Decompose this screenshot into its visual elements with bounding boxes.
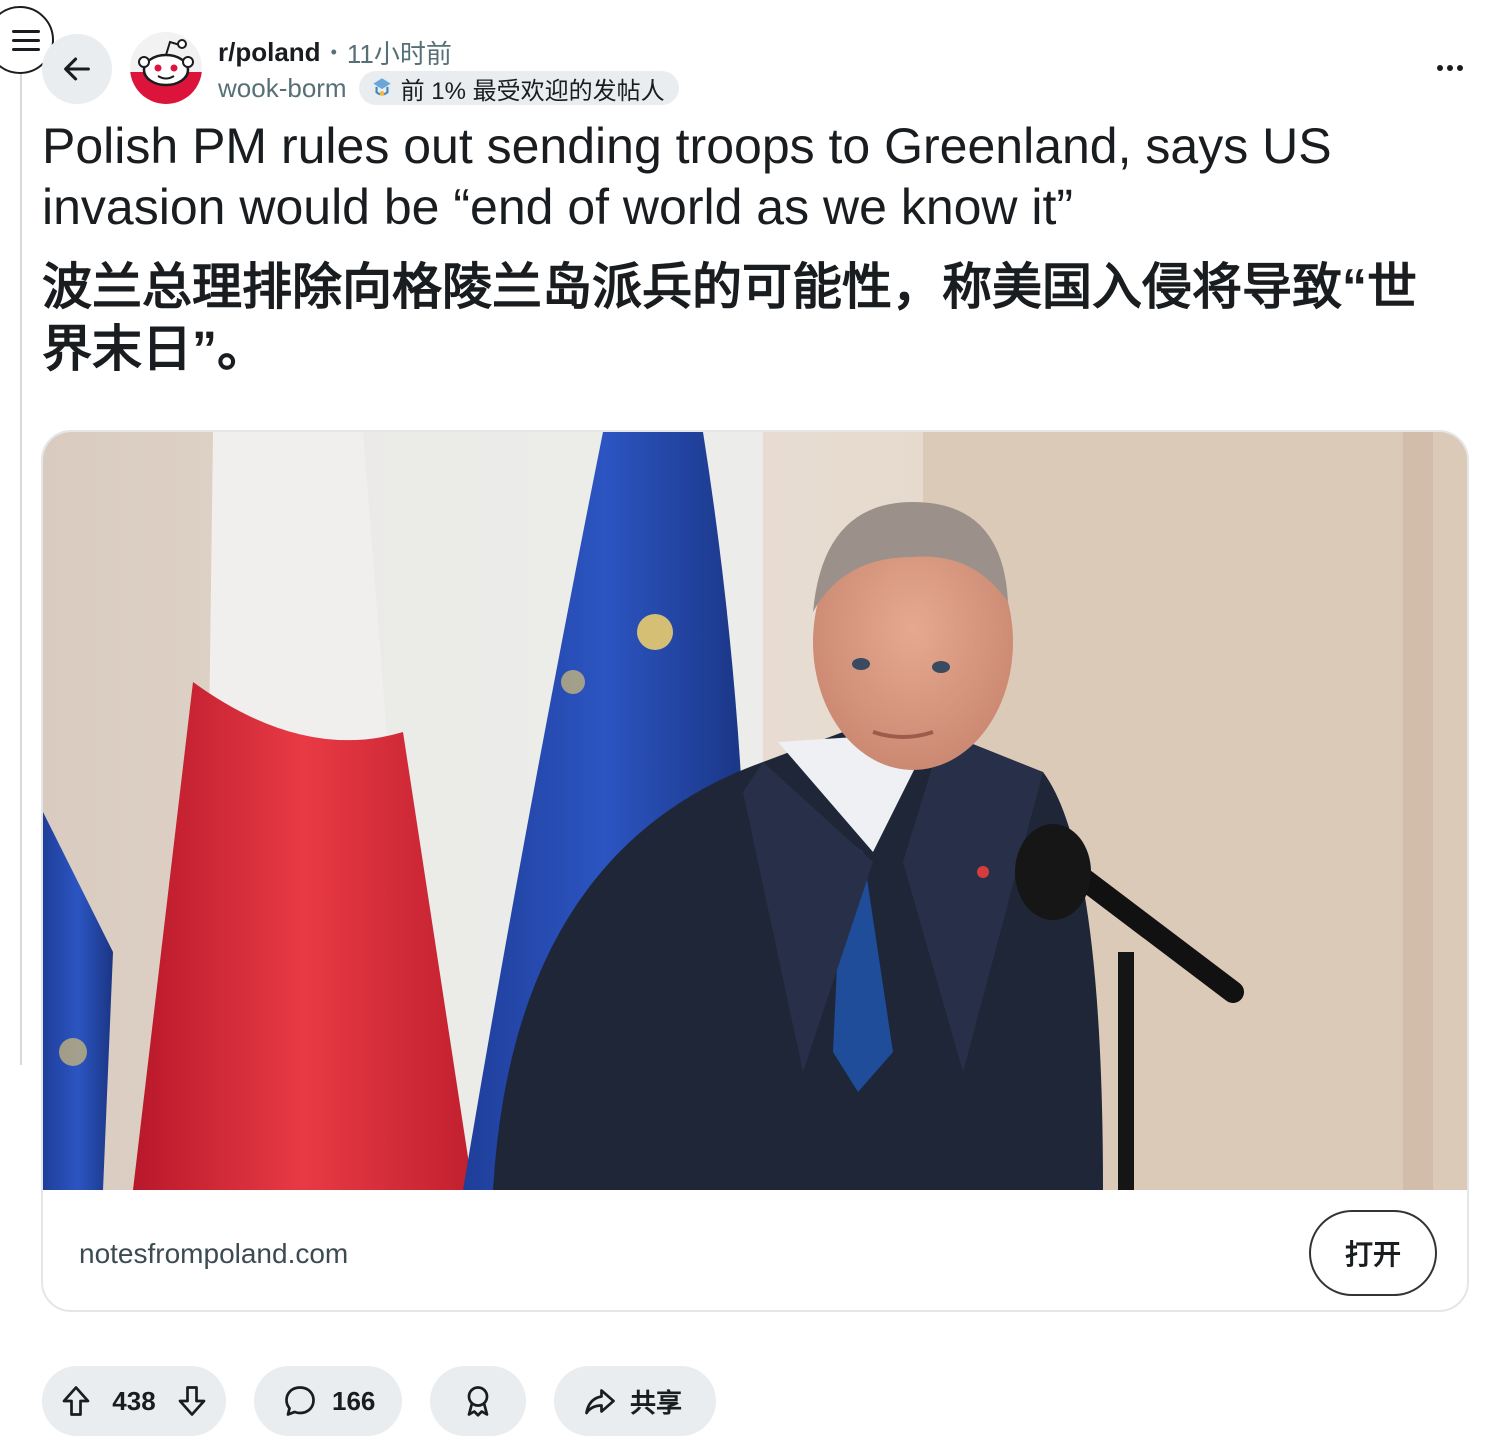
left-rail-divider xyxy=(20,60,22,1065)
post-title: Polish PM rules out sending troops to Gr… xyxy=(42,118,1332,235)
subreddit-name[interactable]: r/poland xyxy=(218,37,321,68)
share-button[interactable]: 共享 xyxy=(554,1366,716,1436)
post-meta: r/poland • 11小时前 wook-borm 前 1% 最受欢迎的发帖人 xyxy=(218,36,679,106)
comment-icon xyxy=(282,1383,318,1419)
author-flair: 前 1% 最受欢迎的发帖人 xyxy=(358,71,679,105)
downvote-icon[interactable] xyxy=(174,1383,210,1419)
link-preview-image[interactable] xyxy=(43,432,1469,1190)
post-time: 11小时前 xyxy=(346,38,452,69)
share-icon xyxy=(582,1383,618,1419)
upvote-icon[interactable] xyxy=(58,1383,94,1419)
post-title-translation: 波兰总理排除向格陵兰岛派兵的可能性，称美国入侵将导致“世界末日”。 xyxy=(42,259,1417,377)
vote-control: 438 xyxy=(42,1366,226,1436)
back-arrow-icon xyxy=(64,57,90,81)
back-button[interactable] xyxy=(42,34,112,104)
more-icon xyxy=(1437,65,1443,71)
flair-text: 前 1% 最受欢迎的发帖人 xyxy=(400,77,665,105)
share-label: 共享 xyxy=(630,1387,683,1418)
flair-icon xyxy=(372,78,391,96)
award-button[interactable] xyxy=(430,1366,526,1436)
open-link-button[interactable]: 打开 xyxy=(1309,1210,1437,1296)
more-options-button[interactable] xyxy=(1420,48,1480,88)
post-actions-bar: 438 166 共享 xyxy=(42,1366,716,1436)
meta-separator: • xyxy=(330,41,337,62)
vote-score: 438 xyxy=(112,1385,156,1416)
author-name[interactable]: wook-borm xyxy=(218,73,347,104)
link-card-footer: notesfrompoland.com 打开 xyxy=(43,1190,1467,1310)
link-preview-card[interactable]: notesfrompoland.com 打开 xyxy=(41,430,1469,1312)
comment-count: 166 xyxy=(332,1385,376,1416)
comments-button[interactable]: 166 xyxy=(254,1366,402,1436)
award-icon xyxy=(460,1383,496,1419)
link-domain[interactable]: notesfrompoland.com xyxy=(79,1238,348,1270)
subreddit-avatar[interactable] xyxy=(130,32,202,104)
menu-icon xyxy=(12,29,40,51)
